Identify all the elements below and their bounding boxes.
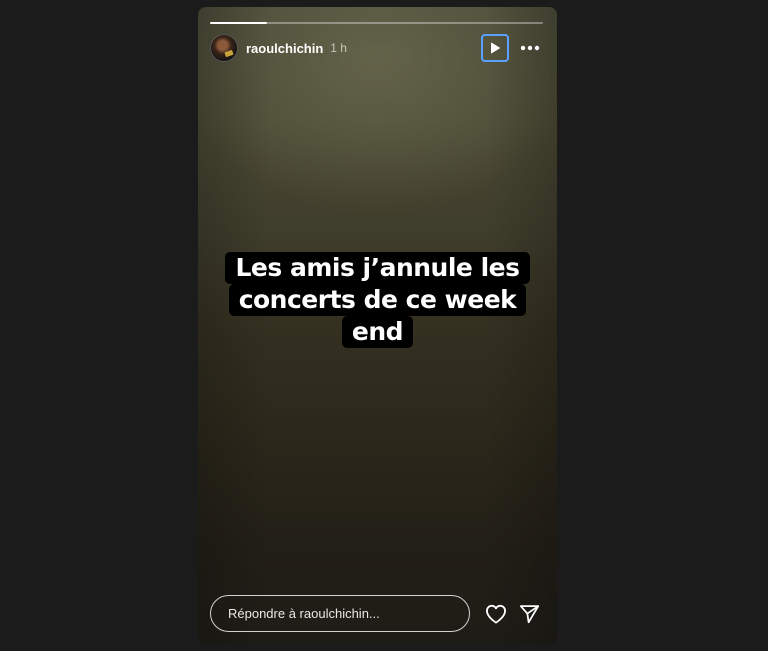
- caption-line: concerts de ce week: [228, 284, 527, 316]
- like-button[interactable]: [481, 599, 511, 629]
- more-horizontal-icon: [520, 45, 540, 51]
- avatar[interactable]: [210, 34, 238, 62]
- play-button[interactable]: [481, 34, 509, 62]
- story-caption: Les amis j’annule les concerts de ce wee…: [198, 252, 557, 348]
- send-icon: [519, 604, 539, 623]
- send-button[interactable]: [514, 599, 544, 629]
- more-options-button[interactable]: [515, 34, 545, 62]
- play-icon: [491, 42, 500, 54]
- story-progress-fill: [210, 22, 267, 24]
- story-username[interactable]: raoulchichin: [246, 41, 323, 56]
- caption-line: Les amis j’annule les: [225, 252, 530, 284]
- story-progress-bar: [210, 22, 543, 24]
- viewer-backdrop: raoulchichin 1 h Les amis j’annule les c…: [0, 0, 768, 651]
- reply-input[interactable]: [210, 595, 470, 632]
- story-timestamp: 1 h: [330, 41, 347, 55]
- story-viewer[interactable]: raoulchichin 1 h Les amis j’annule les c…: [198, 7, 557, 645]
- caption-line: end: [341, 316, 414, 348]
- heart-icon: [485, 604, 506, 624]
- story-footer: [210, 595, 545, 632]
- story-header: raoulchichin 1 h: [210, 34, 545, 62]
